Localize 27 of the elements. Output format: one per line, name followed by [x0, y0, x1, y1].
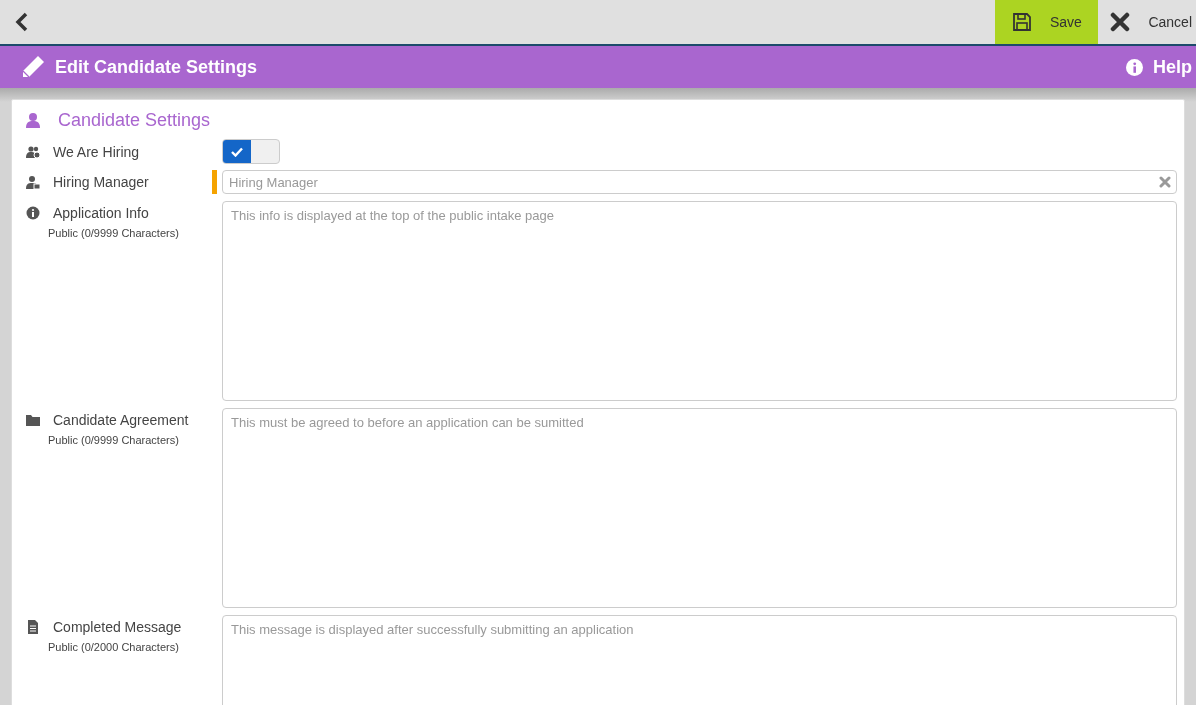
field-label: Hiring Manager: [53, 174, 149, 190]
page-title: Edit Candidate Settings: [55, 56, 258, 78]
save-button[interactable]: Save: [995, 0, 1099, 44]
field-label: We Are Hiring: [53, 144, 140, 160]
user-card-icon: [26, 175, 40, 189]
character-count: Public (0/2000 Characters): [48, 641, 180, 653]
checkmark-icon: [231, 146, 243, 157]
text-area[interactable]: This message is displayed after successfully submitting an application: [222, 615, 1177, 705]
character-count: Public (0/9999 Characters): [48, 227, 180, 239]
document-icon: [26, 620, 40, 634]
section-title: Candidate Settings: [58, 109, 211, 131]
info-icon: [1126, 58, 1143, 76]
user-icon: [26, 112, 40, 128]
field-label: Application Info: [53, 205, 149, 221]
hiring-manager-field[interactable]: Hiring Manager: [222, 170, 1177, 194]
close-icon: [1110, 12, 1131, 32]
people-icon: [26, 145, 40, 159]
help-button[interactable]: Help: [1126, 56, 1196, 78]
text-area[interactable]: This must be agreed to before an application can be sumitted: [222, 408, 1177, 608]
field-label: Completed Message: [53, 619, 182, 635]
folder-icon: [26, 413, 40, 427]
toggle-switch[interactable]: [222, 139, 280, 164]
info-icon: [26, 206, 40, 220]
field-label: Candidate Agreement: [53, 412, 189, 428]
character-count: Public (0/9999 Characters): [48, 434, 180, 446]
text-area[interactable]: This info is displayed at the top of the public intake page: [222, 201, 1177, 401]
clear-icon[interactable]: [1159, 176, 1171, 188]
